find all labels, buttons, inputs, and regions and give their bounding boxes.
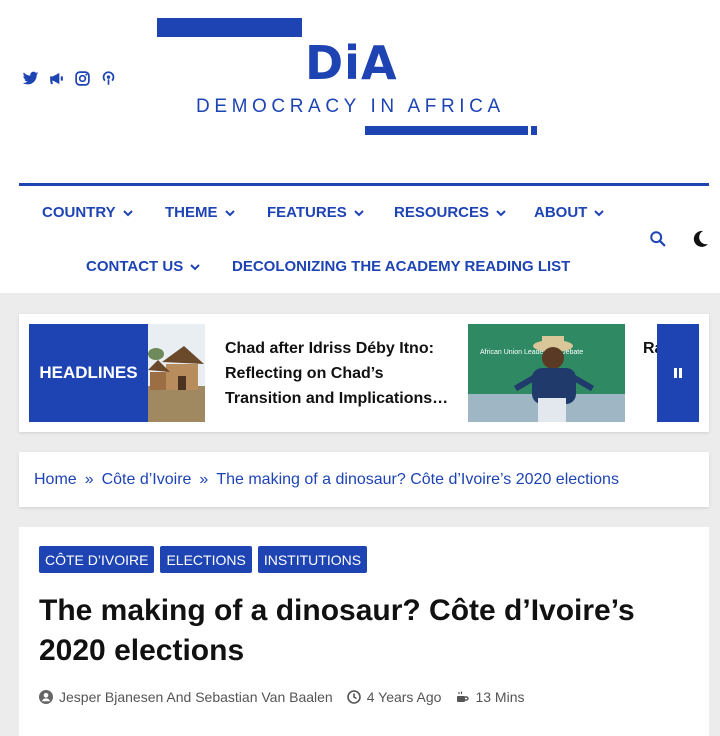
breadcrumb-separator-icon: » (199, 470, 209, 488)
breadcrumb-category[interactable]: Côte d’Ivoire (102, 471, 192, 489)
nav-divider (19, 183, 709, 186)
nav-about[interactable]: ABOUT (534, 204, 605, 221)
headlines-ticker: HEADLINES Chad after Idriss Déby Itno: R… (19, 314, 709, 432)
social-links (22, 70, 117, 87)
coffee-icon (457, 691, 470, 702)
nav-theme[interactable]: THEME (165, 204, 236, 221)
pause-icon (674, 368, 682, 378)
breadcrumb-separator-icon: » (84, 470, 94, 488)
nav-features[interactable]: FEATURES (267, 204, 365, 221)
podcast-icon[interactable] (100, 70, 117, 87)
nav-label: CONTACT US (86, 258, 184, 275)
site-logo[interactable]: DiA (305, 40, 398, 86)
clock-icon (346, 690, 361, 704)
headlines-label: HEADLINES (29, 324, 148, 422)
nav-label: ABOUT (534, 204, 588, 221)
article-meta: Jesper Bjanesen And Sebastian Van Baalen… (39, 689, 525, 705)
nav-decolonizing-reading-list[interactable]: DECOLONIZING THE ACADEMY READING LIST (232, 258, 570, 275)
site-header: DiA DEMOCRACY IN AFRICA COUNTRY THEME FE… (0, 0, 720, 293)
article-tags: CÔTE D’IVOIRE ELECTIONS INSTITUTIONS (39, 546, 368, 573)
nav-label: COUNTRY (42, 204, 116, 221)
headline-thumbnail[interactable] (148, 324, 205, 422)
breadcrumb-home[interactable]: Home (34, 471, 77, 489)
chevron-down-icon (496, 209, 506, 216)
tag-institutions[interactable]: INSTITUTIONS (257, 546, 368, 573)
user-icon (39, 690, 53, 704)
article-read-time: 13 Mins (475, 689, 525, 705)
article-card: CÔTE D’IVOIRE ELECTIONS INSTITUTIONS The… (19, 527, 709, 736)
nav-country[interactable]: COUNTRY (42, 204, 134, 221)
nav-label: RESOURCES (394, 204, 490, 221)
article-date: 4 Years Ago (366, 689, 442, 705)
tag-elections[interactable]: ELECTIONS (160, 546, 252, 573)
twitter-icon[interactable] (22, 70, 39, 87)
headline-title[interactable]: Chad after Idriss Déby Itno: Reflecting … (225, 336, 450, 411)
chevron-down-icon (190, 263, 200, 270)
chevron-down-icon (122, 209, 133, 216)
search-icon[interactable] (649, 230, 667, 248)
nav-label: THEME (165, 204, 218, 221)
logo-accent-bottom (365, 126, 528, 135)
headline-thumbnail[interactable]: African Union Leadership Debate (468, 324, 625, 422)
chevron-down-icon (594, 209, 605, 216)
logo-accent-dot (531, 126, 537, 135)
nav-label: FEATURES (267, 204, 347, 221)
megaphone-icon[interactable] (48, 70, 65, 87)
chevron-down-icon (224, 209, 235, 216)
instagram-icon[interactable] (74, 70, 91, 87)
nav-resources[interactable]: RESOURCES (394, 204, 507, 221)
pause-button[interactable] (657, 324, 699, 422)
logo-accent-top (157, 18, 302, 37)
breadcrumb: Home » Côte d’Ivoire » The making of a d… (19, 452, 709, 507)
article-author[interactable]: Jesper Bjanesen And Sebastian Van Baalen (59, 689, 333, 705)
nav-label: DECOLONIZING THE ACADEMY READING LIST (232, 258, 571, 275)
site-tagline: DEMOCRACY IN AFRICA (196, 96, 505, 117)
article-title: The making of a dinosaur? Côte d’Ivoire’… (39, 594, 635, 667)
chevron-down-icon (354, 209, 364, 216)
dark-mode-icon[interactable] (690, 229, 710, 249)
breadcrumb-current: The making of a dinosaur? Côte d’Ivoire’… (216, 470, 619, 488)
tag-cote-divoire[interactable]: CÔTE D’IVOIRE (39, 546, 155, 573)
nav-contact-us[interactable]: CONTACT US (86, 258, 201, 275)
